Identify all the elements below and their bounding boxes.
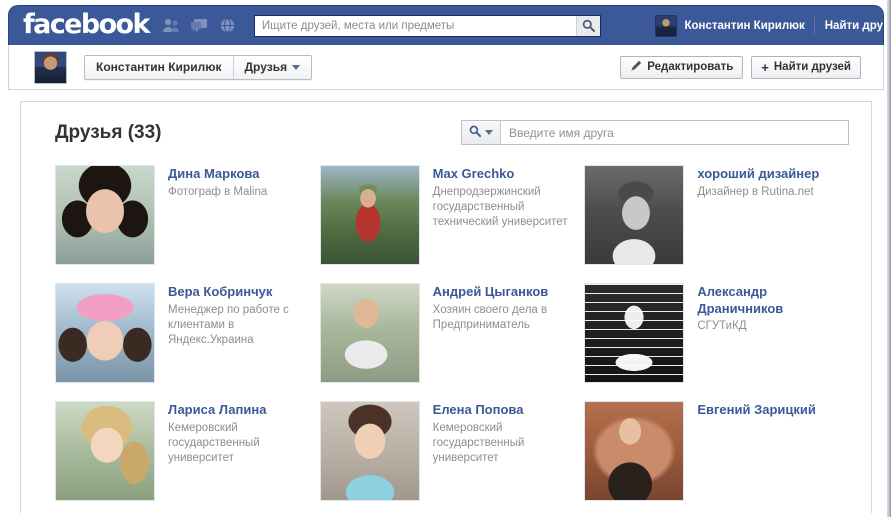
find-friends-button-label: Найти друзей <box>774 61 851 73</box>
window-edge <box>887 0 891 517</box>
friend-card[interactable]: хороший дизайнер Дизайнер в Rutina.net <box>584 165 849 265</box>
search-icon[interactable] <box>576 16 600 36</box>
friend-subtitle: Кемеровский государственный университет <box>433 421 585 467</box>
friend-card[interactable]: Александр Драничников СГУТиКД <box>584 283 849 383</box>
friend-meta: Александр Драничников СГУТиКД <box>697 283 849 383</box>
breadcrumb-item-friends[interactable]: Друзья <box>233 56 312 79</box>
breadcrumb-label: Константин Кирилюк <box>96 60 222 74</box>
friend-card[interactable]: Андрей Цыганков Хозяин своего дела в Пре… <box>320 283 585 383</box>
global-search <box>254 15 601 37</box>
avatar <box>655 15 677 37</box>
friend-photo[interactable] <box>584 401 684 501</box>
friend-subtitle: Днепродзержинский государственный технич… <box>433 185 585 231</box>
browser-window: facebook <box>0 0 891 517</box>
friend-meta: Андрей Цыганков Хозяин своего дела в Пре… <box>433 283 585 383</box>
friend-name[interactable]: Андрей Цыганков <box>433 284 585 301</box>
friend-meta: Евгений Зарицкий <box>697 401 816 501</box>
messages-icon[interactable] <box>190 17 209 34</box>
pencil-icon <box>630 60 642 75</box>
friend-search <box>461 120 849 145</box>
friend-card[interactable]: Евгений Зарицкий <box>584 401 849 501</box>
breadcrumb: Константин Кирилюк Друзья <box>84 55 312 80</box>
edit-button[interactable]: Редактировать <box>620 56 743 79</box>
friend-meta: Дина Маркова Фотограф в Malina <box>168 165 267 265</box>
facebook-top-bar: facebook <box>8 5 884 45</box>
top-nav-icons <box>162 17 237 34</box>
friend-card[interactable]: Елена Попова Кемеровский государственный… <box>320 401 585 501</box>
friend-requests-icon[interactable] <box>162 17 181 34</box>
friend-photo[interactable] <box>320 165 420 265</box>
friend-meta: Max Grechko Днепродзержинский государств… <box>433 165 585 265</box>
edit-button-label: Редактировать <box>647 61 733 73</box>
search-icon <box>469 124 481 142</box>
chevron-down-icon <box>292 65 300 70</box>
friend-subtitle: СГУТиКД <box>697 319 849 334</box>
friend-subtitle: Фотограф в Malina <box>168 185 267 200</box>
friend-name[interactable]: Александр Драничников <box>697 284 849 317</box>
friend-photo[interactable] <box>55 283 155 383</box>
friend-card[interactable]: Вера Кобринчук Менеджер по работе с клие… <box>55 283 320 383</box>
notifications-icon[interactable] <box>218 17 237 34</box>
friend-name[interactable]: Вера Кобринчук <box>168 284 320 301</box>
friend-card[interactable]: Max Grechko Днепродзержинский государств… <box>320 165 585 265</box>
friend-name[interactable]: Евгений Зарицкий <box>697 402 816 419</box>
friend-photo[interactable] <box>320 283 420 383</box>
friend-name[interactable]: Max Grechko <box>433 166 585 183</box>
friend-search-input[interactable] <box>501 121 848 144</box>
find-friends-button[interactable]: + Найти друзей <box>751 56 861 79</box>
friend-subtitle: Дизайнер в Rutina.net <box>697 185 819 200</box>
friends-content-card: Друзья (33) Дина Марко <box>20 101 872 513</box>
sub-bar-actions: Редактировать + Найти друзей <box>620 56 861 79</box>
friend-photo[interactable] <box>584 165 684 265</box>
friend-name[interactable]: хороший дизайнер <box>697 166 819 183</box>
breadcrumb-item-profile[interactable]: Константин Кирилюк <box>85 56 233 79</box>
friend-name[interactable]: Дина Маркова <box>168 166 267 183</box>
friend-photo[interactable] <box>584 283 684 383</box>
friend-name[interactable]: Лариса Лапина <box>168 402 320 419</box>
friend-subtitle: Менеджер по работе с клиентами в Яндекс.… <box>168 303 320 349</box>
friend-search-button[interactable] <box>462 121 501 144</box>
plus-icon: + <box>761 61 769 74</box>
friend-card[interactable]: Лариса Лапина Кемеровский государственны… <box>55 401 320 501</box>
find-friends-link[interactable]: Найти дру <box>815 20 883 32</box>
friend-photo[interactable] <box>55 401 155 501</box>
friend-meta: Вера Кобринчук Менеджер по работе с клие… <box>168 283 320 383</box>
global-search-input[interactable] <box>254 15 601 37</box>
friend-card[interactable]: Дина Маркова Фотограф в Malina <box>55 165 320 265</box>
friend-name[interactable]: Елена Попова <box>433 402 585 419</box>
top-bar-right: Константин Кирилюк Найти дру <box>651 6 883 45</box>
friend-photo[interactable] <box>320 401 420 501</box>
friend-meta: Елена Попова Кемеровский государственный… <box>433 401 585 501</box>
facebook-logo[interactable]: facebook <box>23 11 149 41</box>
friend-meta: Лариса Лапина Кемеровский государственны… <box>168 401 320 501</box>
page-title: Друзья (33) <box>55 122 162 144</box>
friend-subtitle: Кемеровский государственный университет <box>168 421 320 467</box>
friend-subtitle: Хозяин своего дела в Предприниматель <box>433 303 585 334</box>
friends-grid: Дина Маркова Фотограф в Malina Max Grech… <box>21 145 871 501</box>
profile-thumbnail[interactable] <box>34 51 67 84</box>
friend-photo[interactable] <box>55 165 155 265</box>
current-user-name: Константин Кирилюк <box>684 20 804 32</box>
friend-meta: хороший дизайнер Дизайнер в Rutina.net <box>697 165 819 265</box>
breadcrumb-label: Друзья <box>245 60 288 74</box>
chevron-down-icon <box>485 130 493 135</box>
friends-header: Друзья (33) <box>21 102 871 145</box>
current-user-link[interactable]: Константин Кирилюк <box>651 6 813 45</box>
profile-sub-bar: Константин Кирилюк Друзья Редактировать … <box>8 45 884 90</box>
